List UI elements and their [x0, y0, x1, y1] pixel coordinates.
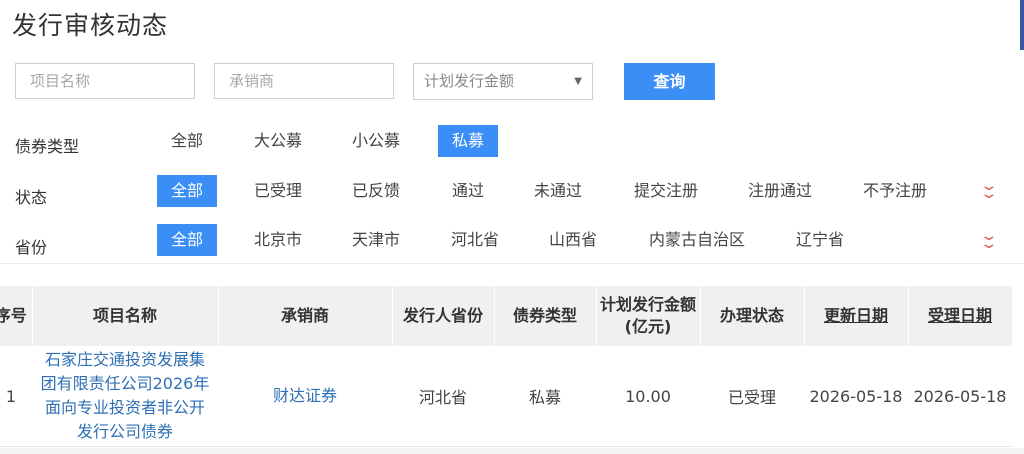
province-hebei[interactable]: 河北省 — [442, 224, 508, 256]
status-label: 状态 — [15, 188, 48, 207]
cell-updated-date: 2026-05-18 — [804, 346, 908, 447]
status-passed[interactable]: 通过 — [440, 175, 496, 207]
bond-type-all[interactable]: 全部 — [157, 125, 217, 157]
province-inner-mongolia[interactable]: 内蒙古自治区 — [638, 224, 756, 256]
results-table: 序号 项目名称 承销商 发行人省份 债券类型 计划发行金额 (亿元) 办理状态 更… — [0, 286, 1013, 447]
header-updated-date[interactable]: 更新日期 — [804, 286, 909, 346]
province-shanxi[interactable]: 山西省 — [540, 224, 606, 256]
underwriter-input[interactable] — [214, 63, 394, 99]
header-amount: 计划发行金额 (亿元) — [596, 286, 701, 346]
province-liaoning[interactable]: 辽宁省 — [787, 224, 853, 256]
status-accepted[interactable]: 已受理 — [245, 175, 311, 207]
status-submitted[interactable]: 提交注册 — [624, 175, 708, 207]
scrollbar-thumb[interactable] — [1020, 0, 1024, 50]
cell-bond-type: 私募 — [494, 346, 596, 447]
cell-no: 1 — [0, 346, 32, 447]
amount-select-label: 计划发行金额 — [424, 72, 515, 90]
status-all[interactable]: 全部 — [157, 175, 217, 207]
province-beijing[interactable]: 北京市 — [245, 224, 311, 256]
province-label: 省份 — [15, 238, 48, 257]
header-issuer-province: 发行人省份 — [392, 286, 495, 346]
cell-status: 已受理 — [700, 346, 804, 447]
bottom-bar — [0, 448, 1024, 454]
project-name-input[interactable] — [15, 63, 195, 99]
status-feedback[interactable]: 已反馈 — [343, 175, 409, 207]
bond-type-large-public[interactable]: 大公募 — [245, 125, 311, 157]
chevron-down-icon: ▼ — [574, 76, 582, 87]
divider — [0, 263, 1024, 264]
status-failed[interactable]: 未通过 — [525, 175, 591, 207]
table-row: 1 石家庄交通投资发展集 团有限责任公司2026年 面向专业投资者非公开 发行公… — [0, 346, 1012, 447]
bond-type-private[interactable]: 私募 — [438, 125, 498, 157]
header-no: 序号 — [0, 286, 33, 346]
status-rejected[interactable]: 不予注册 — [853, 175, 937, 207]
table-header-row: 序号 项目名称 承销商 发行人省份 债券类型 计划发行金额 (亿元) 办理状态 更… — [0, 286, 1013, 346]
cell-amount: 10.00 — [596, 346, 700, 447]
search-button[interactable]: 查询 — [624, 63, 715, 100]
cell-province: 河北省 — [392, 346, 494, 447]
cell-accepted-date: 2026-05-18 — [908, 346, 1012, 447]
amount-select[interactable]: 计划发行金额 ▼ — [413, 63, 593, 100]
cell-underwriter-link[interactable]: 财达证券 — [218, 346, 392, 447]
status-registered[interactable]: 注册通过 — [738, 175, 822, 207]
header-underwriter: 承销商 — [218, 286, 393, 346]
expand-province-icon[interactable]: ⌄ ⌄ — [979, 229, 998, 251]
expand-status-icon[interactable]: ⌄ ⌄ — [979, 179, 998, 201]
bond-type-small-public[interactable]: 小公募 — [343, 125, 409, 157]
header-bond-type: 债券类型 — [494, 286, 597, 346]
header-project-name: 项目名称 — [32, 286, 219, 346]
cell-project-name-link[interactable]: 石家庄交通投资发展集 团有限责任公司2026年 面向专业投资者非公开 发行公司债… — [32, 346, 218, 447]
province-all[interactable]: 全部 — [157, 224, 217, 256]
page-title: 发行审核动态 — [12, 11, 169, 40]
bond-type-label: 债券类型 — [15, 137, 80, 156]
header-accepted-date[interactable]: 受理日期 — [908, 286, 1013, 346]
province-tianjin[interactable]: 天津市 — [343, 224, 409, 256]
header-status: 办理状态 — [700, 286, 805, 346]
